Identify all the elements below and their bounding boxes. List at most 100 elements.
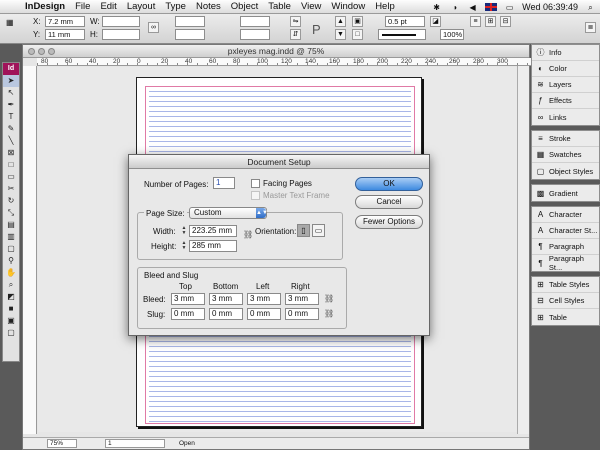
panel-color[interactable]: ◐ Color xyxy=(532,61,599,77)
landscape-orientation-icon[interactable]: ▭ xyxy=(312,224,325,237)
uk-flag-icon[interactable] xyxy=(485,3,498,11)
bluetooth-icon[interactable]: ✱ xyxy=(431,3,442,12)
slug-link-icon[interactable]: ⛓ xyxy=(324,309,334,318)
gradient-tool-icon[interactable]: ▤ xyxy=(3,219,19,231)
scale-x-field[interactable] xyxy=(175,16,205,27)
slug-top-field[interactable]: 0 mm xyxy=(171,308,205,320)
eyedropper-tool-icon[interactable]: ⚲ xyxy=(3,255,19,267)
bleed-left-field[interactable]: 3 mm xyxy=(247,293,281,305)
align-icon[interactable]: ≡ xyxy=(470,16,481,27)
stroke-type-select[interactable] xyxy=(378,29,426,40)
menu-type[interactable]: Type xyxy=(160,0,191,14)
facing-pages-checkbox[interactable] xyxy=(251,179,260,188)
volume-icon[interactable]: ◀ xyxy=(467,3,478,12)
panel-table[interactable]: ⊞ Table xyxy=(532,309,599,325)
menu-clock[interactable]: Wed 06:39:49 xyxy=(522,2,578,12)
master-text-frame-checkbox[interactable] xyxy=(251,191,260,200)
menu-app[interactable]: InDesign xyxy=(20,0,70,14)
scissors-tool-icon[interactable]: ✂ xyxy=(3,183,19,195)
h-field[interactable] xyxy=(102,29,140,40)
normal-view-icon[interactable]: ▣ xyxy=(3,315,19,327)
page-size-select[interactable]: Custom ▲▼ xyxy=(189,207,268,219)
panel-swatches[interactable]: ▦ Swatches xyxy=(532,147,599,163)
close-window-icon[interactable] xyxy=(28,48,35,55)
hand-tool-icon[interactable]: ✋ xyxy=(3,267,19,279)
panel-cell-styles[interactable]: ⊟ Cell Styles xyxy=(532,293,599,309)
page-field[interactable]: 1 xyxy=(105,439,165,448)
preview-view-icon[interactable]: ▢ xyxy=(3,327,19,339)
pen-tool-icon[interactable]: ✒ xyxy=(3,99,19,111)
bleed-bottom-field[interactable]: 3 mm xyxy=(209,293,243,305)
chain-link-icon[interactable]: ⛓ xyxy=(243,230,253,239)
bleed-link-icon[interactable]: ⛓ xyxy=(324,294,334,303)
rotate-field[interactable] xyxy=(240,16,270,27)
menu-table[interactable]: Table xyxy=(263,0,296,14)
cancel-button[interactable]: Cancel xyxy=(355,195,423,209)
fewer-options-button[interactable]: Fewer Options xyxy=(355,215,423,229)
panel-stroke[interactable]: ≡ Stroke xyxy=(532,131,599,147)
reference-point-icon[interactable]: ▦ xyxy=(6,18,14,27)
constrain-proportions-icon[interactable]: ∞ xyxy=(148,22,159,33)
zoom-window-icon[interactable] xyxy=(48,48,55,55)
drop-shadow-icon[interactable]: ◪ xyxy=(430,16,441,27)
menu-notes[interactable]: Notes xyxy=(191,0,226,14)
panel-layers[interactable]: ≋ Layers xyxy=(532,77,599,93)
panel-info[interactable]: ⓘ Info xyxy=(532,45,599,61)
panel-table-styles[interactable]: ⊞ Table Styles xyxy=(532,277,599,293)
button-tool-icon[interactable]: ▭ xyxy=(3,171,19,183)
menu-object[interactable]: Object xyxy=(226,0,263,14)
menu-window[interactable]: Window xyxy=(326,0,370,14)
panel-gradient[interactable]: ▩ Gradient xyxy=(532,185,599,201)
height-stepper-icon[interactable]: ▲ ▼ xyxy=(181,241,187,252)
horizontal-ruler[interactable]: 80 60 40 20 0 20 40 60 80 100 120 140 16… xyxy=(37,58,531,66)
ok-button[interactable]: OK xyxy=(355,177,423,191)
vertical-scrollbar[interactable] xyxy=(517,66,529,434)
number-of-pages-field[interactable]: 1 xyxy=(213,177,235,189)
height-field[interactable]: 285 mm xyxy=(189,240,237,252)
menu-file[interactable]: File xyxy=(70,0,95,14)
slug-bottom-field[interactable]: 0 mm xyxy=(209,308,243,320)
control-menu-icon[interactable]: ≣ xyxy=(585,22,596,33)
y-field[interactable]: 11 mm xyxy=(45,29,85,40)
zoom-tool-icon[interactable]: ⌕ xyxy=(3,279,19,291)
fill-swatch-icon[interactable]: ▣ xyxy=(352,16,363,27)
width-field[interactable]: 223.25 mm xyxy=(189,225,237,237)
direct-selection-tool-icon[interactable]: ↖ xyxy=(3,87,19,99)
apply-color-icon[interactable]: ■ xyxy=(3,303,19,315)
menu-help[interactable]: Help xyxy=(370,0,400,14)
line-tool-icon[interactable]: ╲ xyxy=(3,135,19,147)
scale-y-field[interactable] xyxy=(175,29,205,40)
scale-tool-icon[interactable]: ⤡ xyxy=(3,207,19,219)
select-content-icon[interactable]: ▼ xyxy=(335,29,346,40)
stroke-weight-field[interactable]: 0.5 pt xyxy=(385,16,425,27)
menu-layout[interactable]: Layout xyxy=(122,0,161,14)
spotlight-icon[interactable]: ⌕ xyxy=(585,3,596,12)
x-field[interactable]: 7.2 mm xyxy=(45,16,85,27)
vertical-ruler[interactable] xyxy=(23,66,37,434)
zoom-field[interactable]: 75% xyxy=(47,439,77,448)
sync-icon[interactable]: ◑ xyxy=(449,3,460,12)
menu-edit[interactable]: Edit xyxy=(95,0,121,14)
slug-left-field[interactable]: 0 mm xyxy=(247,308,281,320)
wrap-icon[interactable]: ⊟ xyxy=(500,16,511,27)
rectangle-frame-tool-icon[interactable]: ⊠ xyxy=(3,147,19,159)
flip-horizontal-icon[interactable]: ⇋ xyxy=(290,16,301,27)
portrait-orientation-icon[interactable]: ▯ xyxy=(297,224,310,237)
w-field[interactable] xyxy=(102,16,140,27)
panel-links[interactable]: ∞ Links xyxy=(532,109,599,125)
shear-field[interactable] xyxy=(240,29,270,40)
bleed-right-field[interactable]: 3 mm xyxy=(285,293,319,305)
rectangle-tool-icon[interactable]: □ xyxy=(3,159,19,171)
minimize-window-icon[interactable] xyxy=(38,48,45,55)
selection-tool-icon[interactable]: ➤ xyxy=(3,75,19,87)
battery-icon[interactable]: ▭ xyxy=(504,3,515,12)
panel-object-styles[interactable]: ▢ Object Styles xyxy=(532,163,599,179)
width-stepper-icon[interactable]: ▲ ▼ xyxy=(181,226,187,237)
panel-character-styles[interactable]: A Character St... xyxy=(532,223,599,239)
menu-view[interactable]: View xyxy=(296,0,326,14)
rotate-tool-icon[interactable]: ↻ xyxy=(3,195,19,207)
distribute-icon[interactable]: ⊞ xyxy=(485,16,496,27)
slug-right-field[interactable]: 0 mm xyxy=(285,308,319,320)
type-tool-icon[interactable]: T xyxy=(3,111,19,123)
panel-paragraph-styles[interactable]: ¶ Paragraph St... xyxy=(532,254,599,272)
